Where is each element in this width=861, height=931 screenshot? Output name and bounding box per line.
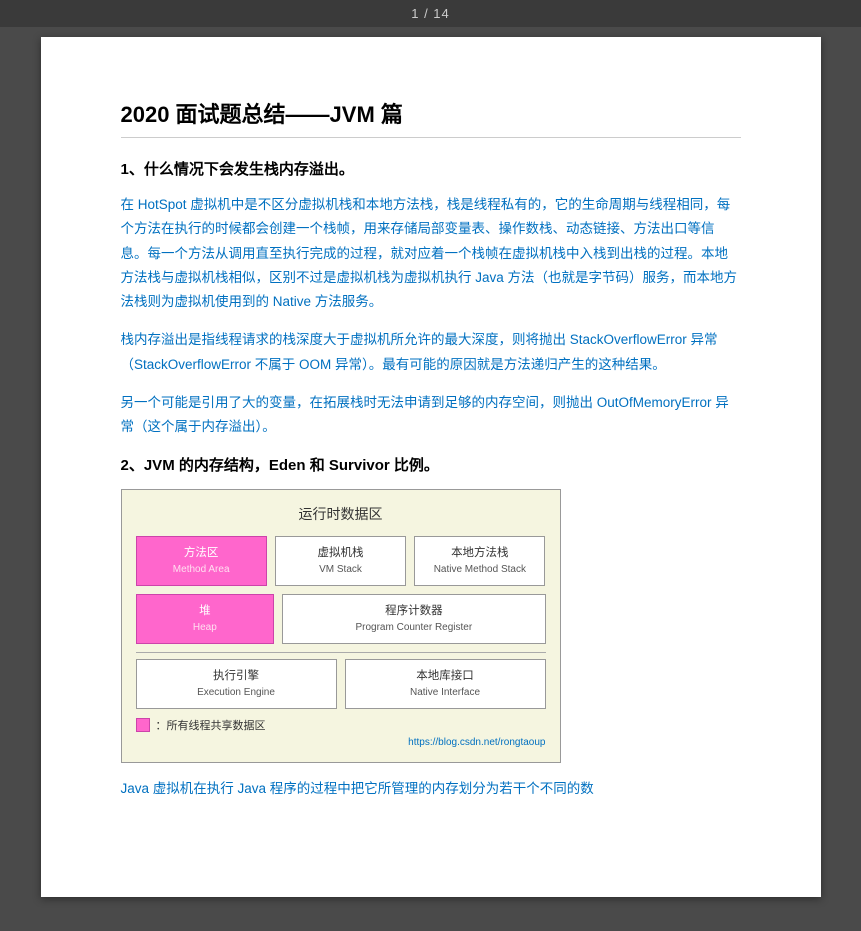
box-sub-method-area: Method Area [173, 562, 230, 577]
diagram-row-1: 方法区 Method Area 虚拟机栈 VM Stack 本地方法栈 Nati… [136, 536, 546, 586]
page-indicator-bar: 1 / 14 [0, 0, 861, 27]
box-sub-native-interface: Native Interface [410, 685, 480, 700]
box-label-native-stack: 本地方法栈 [451, 545, 509, 562]
diagram-box-vm-stack: 虚拟机栈 VM Stack [275, 536, 406, 586]
diagram-box-native-stack: 本地方法栈 Native Method Stack [414, 536, 545, 586]
box-sub-counter: Program Counter Register [355, 620, 472, 635]
page-indicator: 1 / 14 [411, 6, 450, 21]
box-sub-exec-engine: Execution Engine [197, 685, 275, 700]
diagram-title: 运行时数据区 [136, 504, 546, 524]
box-label-native-interface: 本地库接口 [416, 668, 474, 685]
diagram-box-native-interface: 本地库接口 Native Interface [345, 659, 546, 709]
diagram-divider [136, 652, 546, 653]
section2-heading: 2、JVM 的内存结构，Eden 和 Survivor 比例。 [121, 454, 741, 475]
box-label-vm-stack: 虚拟机栈 [317, 545, 363, 562]
section1-paragraph-2: 栈内存溢出是指线程请求的栈深度大于虚拟机所允许的最大深度，则将抛出 StackO… [121, 328, 741, 377]
box-label-method-area: 方法区 [184, 545, 219, 562]
box-label-exec-engine: 执行引擎 [213, 668, 259, 685]
box-sub-native-stack: Native Method Stack [434, 562, 526, 577]
box-sub-heap: Heap [193, 620, 217, 635]
diagram-row-2: 堆 Heap 程序计数器 Program Counter Register [136, 594, 546, 644]
box-label-heap: 堆 [199, 603, 211, 620]
last-paragraph: Java 虚拟机在执行 Java 程序的过程中把它所管理的内存划分为若干个不同的… [121, 777, 741, 801]
legend-color-box [136, 718, 150, 732]
jvm-diagram: 运行时数据区 方法区 Method Area 虚拟机栈 VM Stack 本地方… [121, 489, 561, 764]
box-label-counter: 程序计数器 [385, 603, 443, 620]
diagram-legend: ：所有线程共享数据区 [136, 717, 546, 733]
box-sub-vm-stack: VM Stack [319, 562, 362, 577]
section1-paragraph-1: 在 HotSpot 虚拟机中是不区分虚拟机栈和本地方法栈，栈是线程私有的，它的生… [121, 193, 741, 314]
section1-heading: 1、什么情况下会发生栈内存溢出。 [121, 158, 741, 179]
section1-paragraph-3: 另一个可能是引用了大的变量，在拓展栈时无法申请到足够的内存空间，则抛出 OutO… [121, 391, 741, 440]
diagram-watermark: https://blog.csdn.net/rongtaoup [136, 737, 546, 748]
document-page: 2020 面试题总结——JVM 篇 1、什么情况下会发生栈内存溢出。 在 Hot… [41, 37, 821, 897]
document-title: 2020 面试题总结——JVM 篇 [121, 97, 741, 138]
diagram-box-counter: 程序计数器 Program Counter Register [282, 594, 545, 644]
legend-text: ：所有线程共享数据区 [156, 717, 266, 733]
diagram-box-heap: 堆 Heap [136, 594, 275, 644]
diagram-box-method-area: 方法区 Method Area [136, 536, 267, 586]
diagram-row-3: 执行引擎 Execution Engine 本地库接口 Native Inter… [136, 659, 546, 709]
diagram-box-exec-engine: 执行引擎 Execution Engine [136, 659, 337, 709]
